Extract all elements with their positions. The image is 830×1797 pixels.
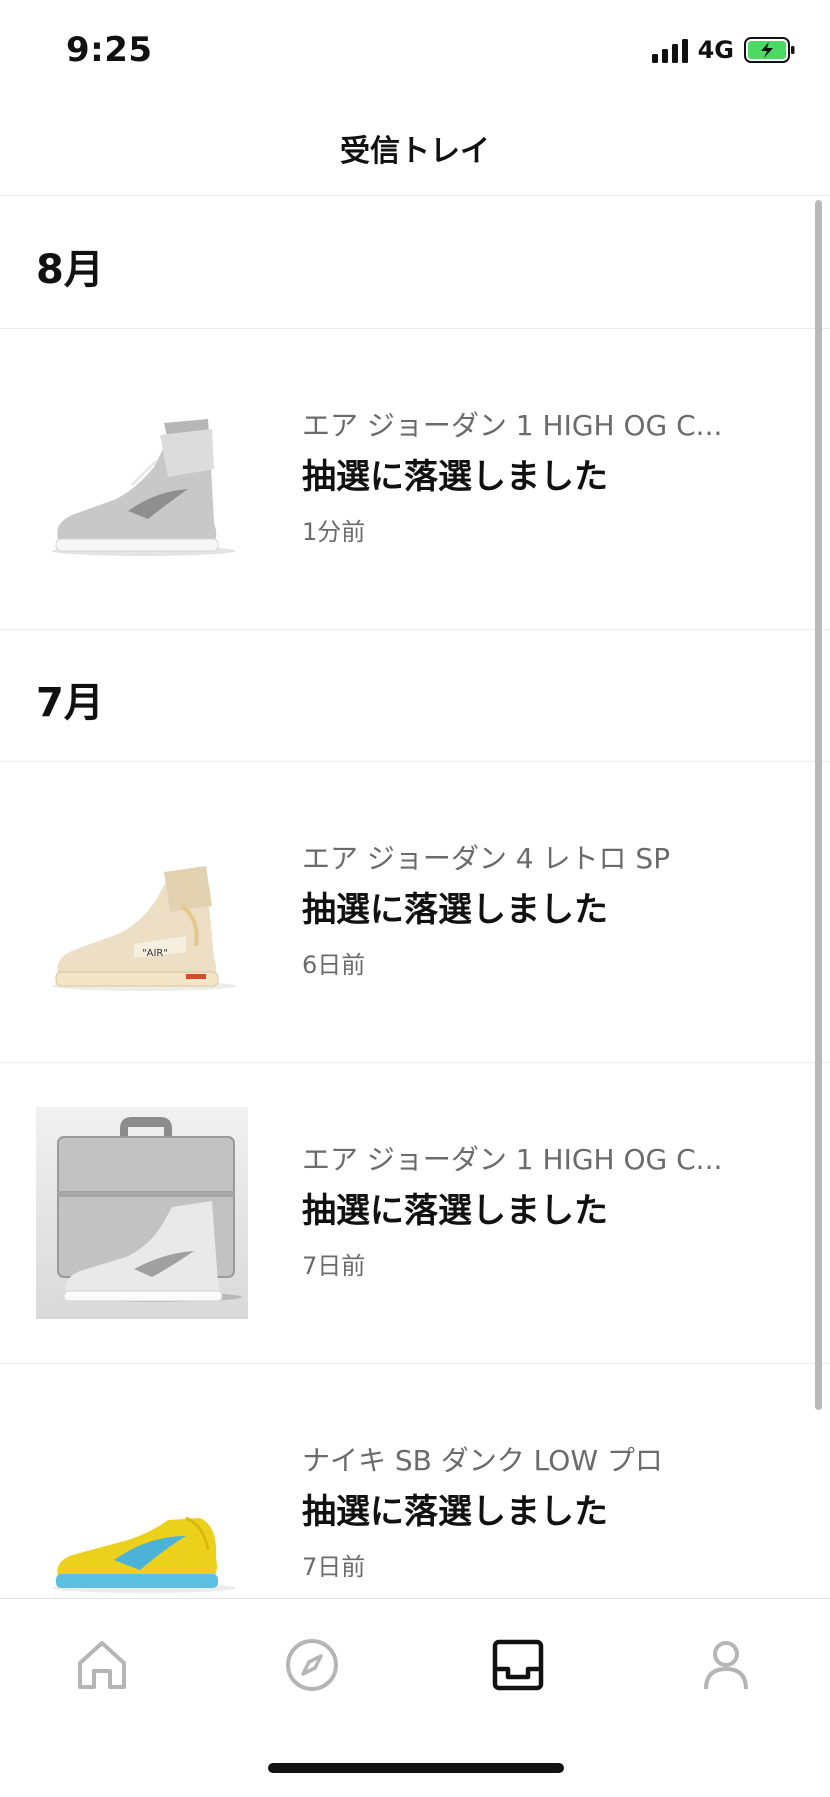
product-name: ナイキ SB ダンク LOW プロ	[302, 1444, 663, 1477]
person-icon	[704, 1641, 748, 1690]
inbox-icon	[492, 1639, 544, 1691]
signal-icon	[651, 37, 688, 63]
page-title: 受信トレイ	[340, 133, 490, 169]
tab-discover[interactable]	[282, 1635, 342, 1695]
inbox-item-text: ナイキ SB ダンク LOW プロ 抽選に落選しました 7日前	[302, 1442, 762, 1582]
notification-title: 抽選に落選しました	[302, 1191, 608, 1231]
tab-home[interactable]	[72, 1635, 132, 1695]
status-bar: 9:25 4G	[0, 0, 830, 100]
product-name: エア ジョーダン 1 HIGH OG C...	[302, 409, 723, 442]
compass-icon	[286, 1639, 338, 1691]
notification-time: 7日前	[302, 1252, 366, 1280]
inbox-item-text: エア ジョーダン 1 HIGH OG C... 抽選に落選しました 7日前	[302, 1141, 762, 1281]
notification-title: 抽選に落選しました	[302, 1492, 608, 1532]
notification-time: 7日前	[302, 1553, 366, 1581]
tab-bar	[0, 1598, 830, 1797]
inbox-list[interactable]: 8月 エア ジョーダン 1 HIGH OG C... 抽選に落選しました 1分前…	[0, 197, 830, 1599]
network-label: 4G	[697, 36, 734, 64]
notification-time: 1分前	[302, 518, 366, 546]
section-label: 8月	[36, 247, 104, 293]
tab-profile[interactable]	[696, 1635, 756, 1695]
inbox-item[interactable]: "AIR" エア ジョーダン 4 レトロ SP 抽選に落選しました 6日前	[0, 762, 830, 1063]
home-icon	[78, 1641, 126, 1689]
product-name: エア ジョーダン 1 HIGH OG C...	[302, 1143, 723, 1176]
section-label: 7月	[36, 680, 104, 726]
sneaker-silver-image	[36, 373, 248, 585]
sneaker-yellow-image	[36, 1408, 248, 1599]
product-name: エア ジョーダン 4 レトロ SP	[302, 842, 671, 875]
section-header-july: 7月	[0, 630, 830, 762]
notification-title: 抽選に落選しました	[302, 457, 608, 497]
inbox-item-text: エア ジョーダン 1 HIGH OG C... 抽選に落選しました 1分前	[302, 407, 762, 547]
battery-charging-icon	[744, 37, 796, 63]
sneaker-silver-case-image	[36, 1107, 248, 1319]
inbox-item[interactable]: ナイキ SB ダンク LOW プロ 抽選に落選しました 7日前	[0, 1364, 830, 1599]
scrollbar[interactable]	[815, 200, 822, 1410]
sneaker-sail-image: "AIR"	[36, 806, 248, 1018]
nav-header: 受信トレイ	[0, 100, 830, 196]
status-icons: 4G	[651, 36, 796, 64]
notification-time: 6日前	[302, 951, 366, 979]
home-indicator[interactable]	[268, 1763, 564, 1773]
inbox-item[interactable]: エア ジョーダン 1 HIGH OG C... 抽選に落選しました 1分前	[0, 329, 830, 630]
inbox-item[interactable]: エア ジョーダン 1 HIGH OG C... 抽選に落選しました 7日前	[0, 1063, 830, 1364]
inbox-item-text: エア ジョーダン 4 レトロ SP 抽選に落選しました 6日前	[302, 840, 762, 980]
tab-inbox[interactable]	[488, 1635, 548, 1695]
section-header-august: 8月	[0, 197, 830, 329]
status-time: 9:25	[66, 30, 153, 70]
svg-text:"AIR": "AIR"	[142, 948, 168, 959]
notification-title: 抽選に落選しました	[302, 890, 608, 930]
